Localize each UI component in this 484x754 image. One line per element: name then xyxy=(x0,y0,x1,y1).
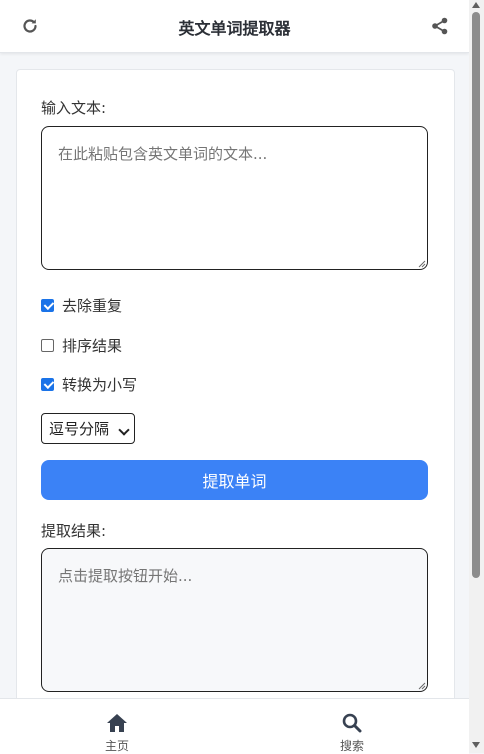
page-title: 英文单词提取器 xyxy=(178,19,291,38)
option-lowercase[interactable]: 转换为小写 xyxy=(41,374,137,394)
scroll-up-icon[interactable] xyxy=(472,2,480,8)
nav-label-search: 搜索 xyxy=(339,739,364,753)
sort-checkbox[interactable] xyxy=(41,338,54,352)
result-label: 提取结果: xyxy=(41,522,107,540)
scrollbar-thumb[interactable] xyxy=(472,12,480,578)
bottom-nav: 主页 搜索 xyxy=(0,698,469,754)
input-textarea[interactable] xyxy=(41,126,428,270)
option-dedupe[interactable]: 去除重复 xyxy=(41,295,122,315)
resize-grip-icon[interactable] xyxy=(418,260,426,268)
home-icon xyxy=(107,714,127,732)
result-textarea[interactable] xyxy=(41,548,428,692)
scroll-down-icon[interactable] xyxy=(472,742,480,748)
dedupe-checkbox[interactable] xyxy=(41,298,54,312)
lowercase-checkbox[interactable] xyxy=(41,377,54,391)
sort-label: 排序结果 xyxy=(62,336,123,355)
extract-button[interactable]: 提取单词 xyxy=(41,460,428,500)
nav-item-search[interactable]: 搜索 xyxy=(322,699,382,754)
separator-select[interactable]: 逗号分隔 xyxy=(41,413,135,444)
nav-label-home: 主页 xyxy=(104,739,129,753)
input-label: 输入文本: xyxy=(41,99,107,117)
resize-grip-icon[interactable] xyxy=(418,682,426,690)
lowercase-label: 转换为小写 xyxy=(62,375,138,394)
chevron-down-icon xyxy=(118,424,130,436)
separator-selected-value: 逗号分隔 xyxy=(49,420,110,438)
option-sort[interactable]: 排序结果 xyxy=(41,335,122,355)
nav-item-home[interactable]: 主页 xyxy=(87,699,147,754)
app-header: 英文单词提取器 xyxy=(0,0,469,53)
search-icon xyxy=(342,713,362,733)
share-icon[interactable] xyxy=(430,16,450,36)
dedupe-label: 去除重复 xyxy=(62,296,123,315)
